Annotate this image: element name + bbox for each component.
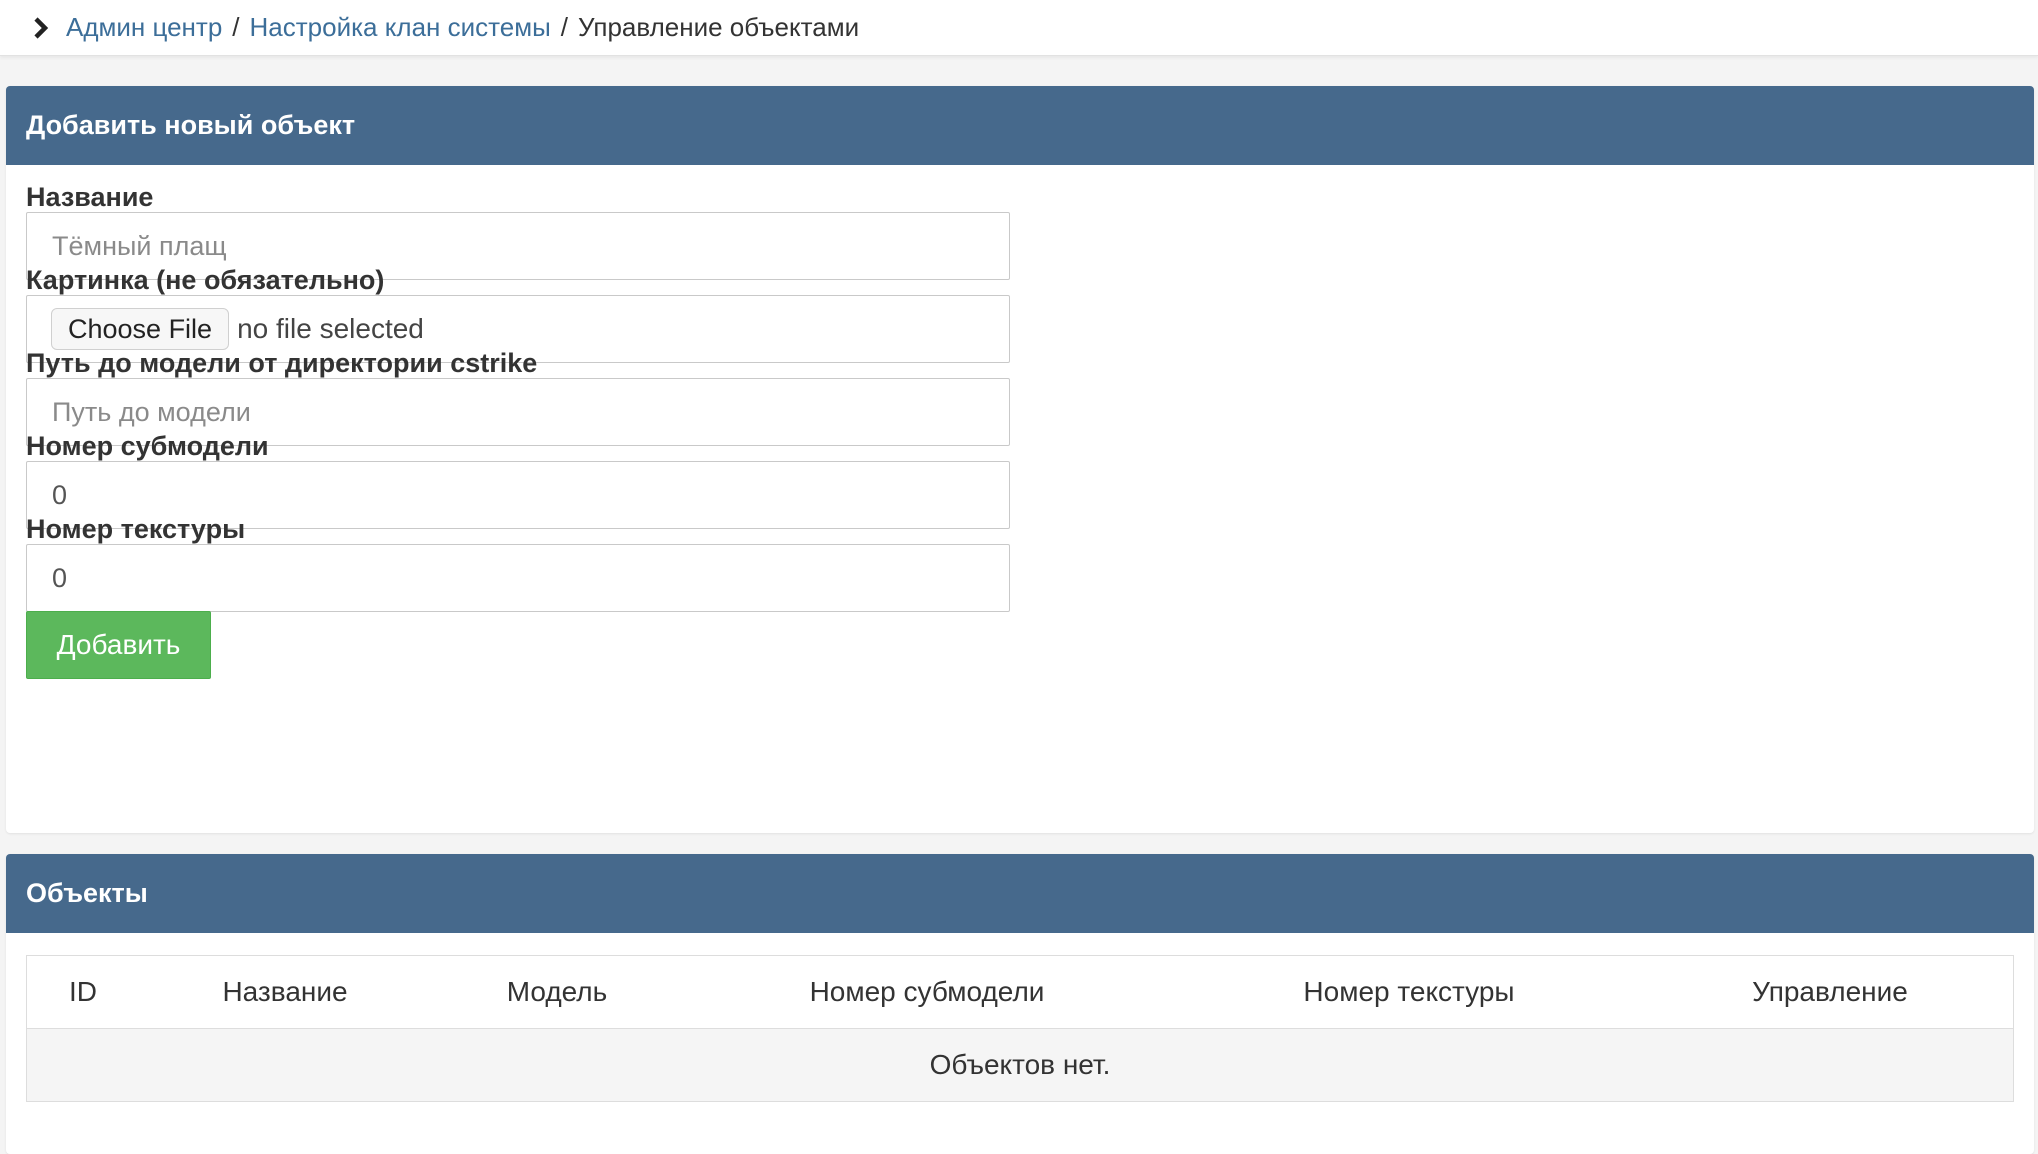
image-label: Картинка (не обязательно) — [26, 265, 385, 295]
table-row: Объектов нет. — [27, 1028, 2013, 1101]
objects-panel-title: Объекты — [6, 854, 2034, 933]
name-label: Название — [26, 182, 154, 212]
table-header-row: ID Название Модель Номер субмодели Номер… — [27, 956, 2013, 1029]
breadcrumb-current: Управление объектами — [578, 12, 860, 42]
breadcrumb-separator: / — [560, 12, 569, 42]
breadcrumb-bar: Админ центр / Настройка клан системы / У… — [0, 0, 2038, 56]
column-header-actions: Управление — [1647, 956, 2013, 1029]
breadcrumb-link-clan-settings[interactable]: Настройка клан системы — [250, 12, 551, 43]
add-button[interactable]: Добавить — [26, 611, 211, 679]
model-path-label: Путь до модели от директории cstrike — [26, 348, 538, 378]
texture-label: Номер текстуры — [26, 514, 246, 544]
objects-table: ID Название Модель Номер субмодели Номер… — [27, 956, 2013, 1101]
column-header-submodel: Номер субмодели — [683, 956, 1171, 1029]
breadcrumb-link-admin-center[interactable]: Админ центр — [66, 12, 222, 43]
column-header-model: Модель — [431, 956, 683, 1029]
breadcrumb: Админ центр / Настройка клан системы / У… — [66, 12, 859, 43]
add-object-panel-title: Добавить новый объект — [6, 86, 2034, 165]
column-header-name: Название — [139, 956, 431, 1029]
submodel-label: Номер субмодели — [26, 431, 269, 461]
add-object-panel: Добавить новый объект Название Картинка … — [6, 86, 2034, 833]
file-status-text: no file selected — [237, 313, 424, 344]
column-header-id: ID — [27, 956, 139, 1029]
breadcrumb-separator: / — [232, 12, 240, 42]
objects-panel: Объекты ID Название Модель Номер субмоде… — [6, 854, 2034, 1154]
objects-table-wrapper: ID Название Модель Номер субмодели Номер… — [26, 955, 2014, 1102]
chevron-right-icon — [30, 16, 52, 39]
texture-input[interactable] — [26, 544, 1010, 612]
empty-table-message: Объектов нет. — [27, 1028, 2013, 1101]
column-header-texture: Номер текстуры — [1171, 956, 1647, 1029]
choose-file-button[interactable]: Choose File — [51, 308, 230, 350]
